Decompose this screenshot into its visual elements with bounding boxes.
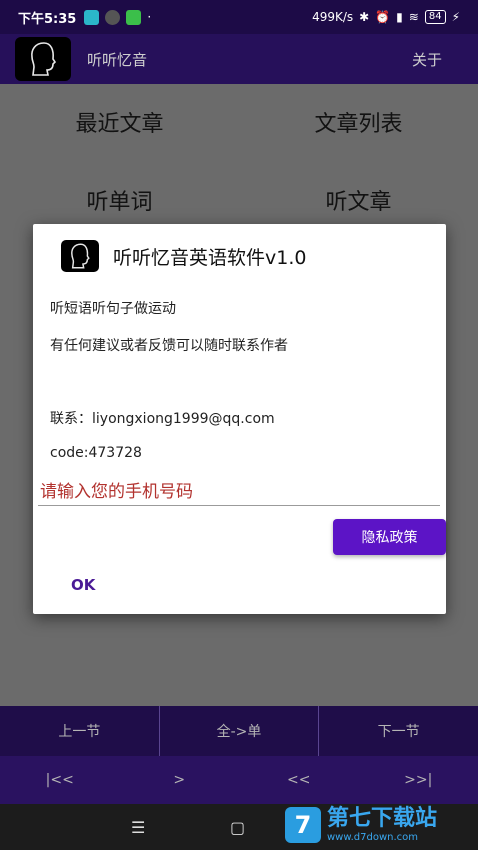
recent-articles-button[interactable]: 最近文章	[0, 106, 239, 138]
wechat-icon	[126, 9, 142, 25]
first-button[interactable]: |<<	[0, 756, 120, 804]
app-bar: 听听忆音 关于	[0, 34, 478, 84]
battery-icon: 84	[424, 10, 446, 24]
cell-signal-icon: ▮	[396, 10, 403, 24]
article-list-button[interactable]: 文章列表	[239, 106, 478, 138]
dialog-code: code:473728	[50, 445, 142, 461]
head-silhouette-icon	[71, 243, 90, 269]
playback-row-1: 上一节 全->单 下一节	[0, 706, 478, 756]
status-bar: 下午5:35 · 499K/s ✱ ⏰ ▮ ≋ 84 ⚡	[0, 0, 478, 34]
dialog-header: 听听忆音英语软件v1.0	[61, 240, 306, 272]
dialog-app-icon	[61, 240, 99, 272]
playback-row-2: |<< > << >>|	[0, 756, 478, 804]
dialog-title: 听听忆音英语软件v1.0	[113, 246, 307, 269]
dialog-slogan: 听短语听句子做运动	[50, 301, 176, 317]
menu-row-1: 最近文章 文章列表	[0, 106, 478, 138]
about-button[interactable]: 关于	[412, 49, 442, 70]
menu-icon[interactable]: ☰	[131, 818, 145, 837]
play-button[interactable]: >	[120, 756, 240, 804]
watermark: 7 第七下载站 www.d7down.com	[285, 806, 437, 843]
dialog-feedback-text: 有任何建议或者反馈可以随时联系作者	[50, 338, 288, 354]
dot-icon: ·	[147, 10, 152, 24]
menu-row-2: 听单词 听文章	[0, 184, 478, 216]
status-time: 下午5:35	[18, 11, 77, 27]
wifi-icon: ≋	[408, 10, 419, 24]
phone-input[interactable]	[38, 478, 440, 506]
alarm-icon: ⏰	[375, 10, 391, 24]
head-silhouette-icon	[31, 42, 57, 76]
about-dialog: 听听忆音英语软件v1.0 听短语听句子做运动 有任何建议或者反馈可以随时联系作者…	[33, 224, 446, 614]
watermark-text: 第七下载站	[327, 806, 438, 831]
net-speed: 499K/s	[312, 10, 354, 24]
last-button[interactable]: >>|	[359, 756, 478, 804]
charging-icon: ⚡	[451, 10, 460, 24]
app-title: 听听忆音	[87, 50, 148, 69]
watermark-logo-icon: 7	[285, 806, 321, 843]
watermark-text-group: 第七下载站 www.d7down.com	[327, 806, 437, 843]
app-logo-icon	[15, 37, 71, 81]
dialog-contact: 联系：liyongxiong1999@qq.com	[50, 411, 275, 427]
listen-words-button[interactable]: 听单词	[0, 184, 239, 216]
home-icon[interactable]: ▢	[230, 818, 245, 837]
next-section-button[interactable]: 下一节	[318, 706, 478, 756]
privacy-policy-button[interactable]: 隐私政策	[333, 519, 446, 555]
watermark-url: www.d7down.com	[327, 832, 419, 843]
signal-app-icon	[105, 9, 121, 25]
ok-button[interactable]: OK	[71, 576, 95, 594]
bluetooth-icon: ✱	[359, 10, 370, 24]
rewind-button[interactable]: <<	[239, 756, 359, 804]
prev-section-button[interactable]: 上一节	[0, 706, 159, 756]
listen-articles-button[interactable]: 听文章	[239, 184, 478, 216]
mode-toggle-button[interactable]: 全->单	[158, 706, 319, 756]
shield-icon	[84, 9, 100, 25]
